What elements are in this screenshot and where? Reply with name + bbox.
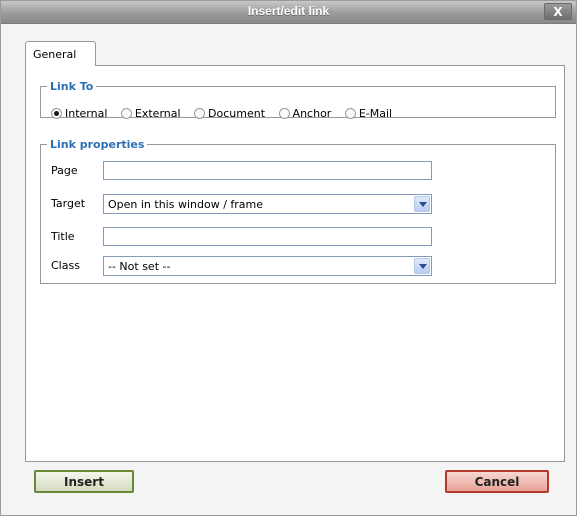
link-to-group: Link To Internal External Document Ancho… [40, 80, 556, 120]
class-select-value: -- Not set -- [108, 260, 171, 273]
link-to-options: Internal External Document Anchor E-Mail [51, 106, 402, 120]
radio-email[interactable] [344, 107, 356, 119]
radio-anchor-label: Anchor [292, 106, 332, 120]
chevron-down-icon[interactable] [414, 196, 430, 212]
close-button[interactable]: X [544, 3, 572, 20]
title-bar[interactable]: Insert/edit link X [1, 1, 576, 24]
general-panel: Link To Internal External Document Ancho… [25, 65, 565, 462]
close-icon: X [553, 5, 563, 19]
target-select[interactable]: Open in this window / frame [103, 194, 432, 214]
radio-email-label: E-Mail [358, 106, 393, 120]
page-label: Page [51, 164, 78, 177]
title-input[interactable] [103, 227, 432, 246]
page-input[interactable] [103, 161, 432, 180]
chevron-down-icon[interactable] [414, 258, 430, 274]
target-label: Target [51, 197, 86, 210]
radio-document-label: Document [208, 106, 266, 120]
tab-general[interactable]: General [25, 41, 96, 66]
radio-external-label: External [134, 106, 181, 120]
link-to-legend: Link To [50, 80, 94, 93]
radio-external[interactable] [120, 107, 132, 119]
radio-document[interactable] [194, 107, 206, 119]
title-label: Title [51, 230, 75, 243]
class-label: Class [51, 259, 80, 272]
link-properties-legend: Link properties [50, 138, 145, 151]
class-select[interactable]: -- Not set -- [103, 256, 432, 276]
insert-button[interactable]: Insert [34, 470, 134, 493]
target-select-value: Open in this window / frame [108, 198, 264, 211]
link-properties-group: Link properties Page Target Open in this… [40, 138, 556, 284]
dialog-title: Insert/edit link [247, 4, 330, 18]
insert-edit-link-dialog: Insert/edit link X General Link To Inter… [0, 0, 577, 516]
cancel-button[interactable]: Cancel [445, 470, 549, 493]
radio-anchor[interactable] [278, 107, 290, 119]
radio-internal[interactable] [51, 107, 62, 119]
radio-internal-label: Internal [65, 106, 108, 120]
